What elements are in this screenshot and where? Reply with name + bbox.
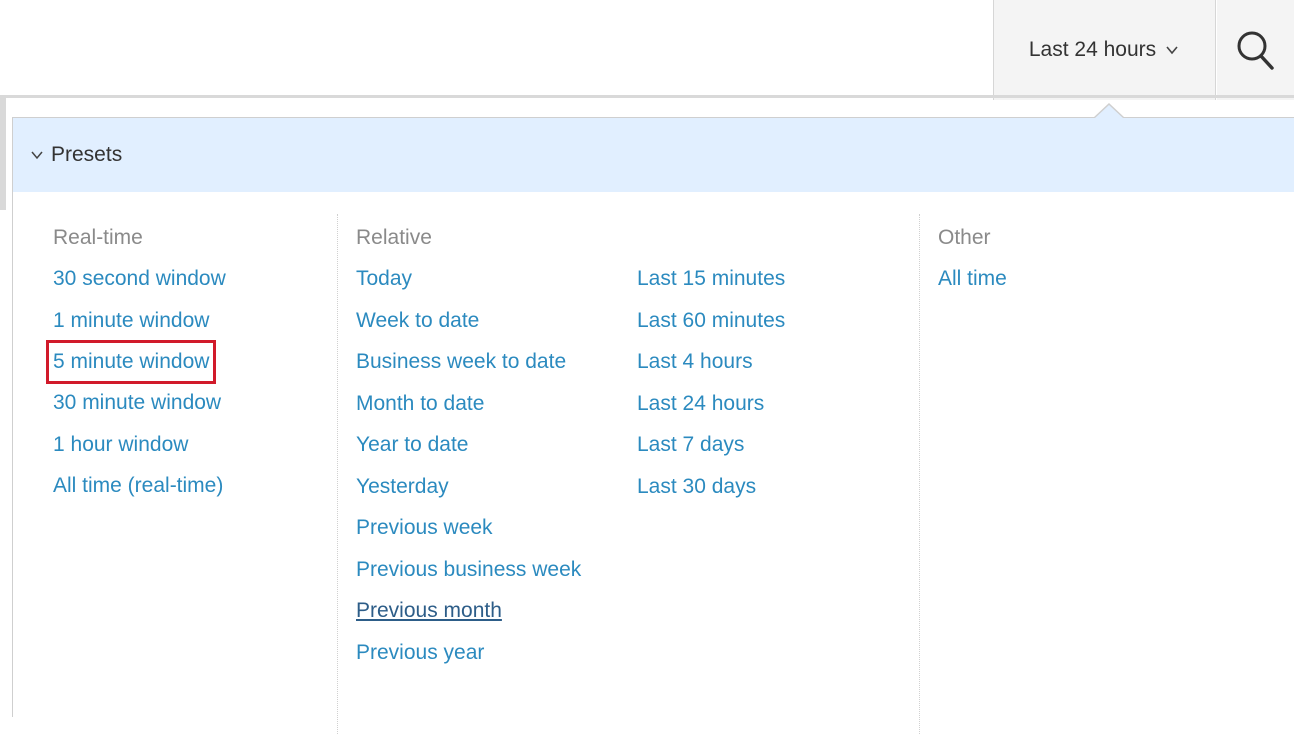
realtime-title: Real-time xyxy=(53,226,143,249)
preset-link-previous-month[interactable]: Previous month xyxy=(356,590,581,632)
preset-link-30-second-window[interactable]: 30 second window xyxy=(53,258,226,300)
presets-header-label: Presets xyxy=(51,143,123,166)
preset-link-previous-week[interactable]: Previous week xyxy=(356,507,581,549)
preset-link-month-to-date[interactable]: Month to date xyxy=(356,383,581,425)
preset-link-last-7-days[interactable]: Last 7 days xyxy=(637,424,785,466)
preset-link-year-to-date[interactable]: Year to date xyxy=(356,424,581,466)
preset-link-last-15-minutes[interactable]: Last 15 minutes xyxy=(637,258,785,300)
preset-link-last-24-hours[interactable]: Last 24 hours xyxy=(637,383,785,425)
other-title: Other xyxy=(938,226,991,249)
preset-link-yesterday[interactable]: Yesterday xyxy=(356,466,581,508)
time-range-popover: Presets Real-time 30 second window 1 min… xyxy=(12,117,1294,734)
realtime-list: 30 second window 1 minute window 5 minut… xyxy=(45,258,226,507)
preset-link-all-time[interactable]: All time xyxy=(938,258,1007,300)
time-range-picker-button[interactable]: Last 24 hours xyxy=(993,0,1216,100)
preset-link-last-60-minutes[interactable]: Last 60 minutes xyxy=(637,300,785,342)
chevron-down-icon xyxy=(31,151,43,160)
left-edge-divider xyxy=(0,98,6,210)
preset-link-5-minute-window[interactable]: 5 minute window xyxy=(45,340,217,384)
other-list: All time xyxy=(938,258,1007,300)
popover-pointer-fill xyxy=(1095,105,1123,118)
relative-column: Relative Today Week to date Business wee… xyxy=(337,214,919,734)
presets-section-toggle[interactable]: Presets xyxy=(13,118,1294,192)
preset-link-last-4-hours[interactable]: Last 4 hours xyxy=(637,341,785,383)
preset-link-1-minute-window[interactable]: 1 minute window xyxy=(53,300,226,342)
preset-link-business-week-to-date[interactable]: Business week to date xyxy=(356,341,581,383)
chevron-down-icon xyxy=(1166,46,1178,55)
presets-columns: Real-time 30 second window 1 minute wind… xyxy=(13,214,1294,734)
preset-link-30-minute-window[interactable]: 30 minute window xyxy=(53,382,226,424)
other-column: Other All time xyxy=(919,214,1219,734)
preset-link-all-time-real-time[interactable]: All time (real-time) xyxy=(53,465,226,507)
realtime-column: Real-time 30 second window 1 minute wind… xyxy=(45,214,333,734)
preset-link-previous-year[interactable]: Previous year xyxy=(356,632,581,674)
relative-list-a: Today Week to date Business week to date… xyxy=(356,258,581,673)
relative-list-b: Last 15 minutes Last 60 minutes Last 4 h… xyxy=(637,258,785,507)
preset-link-today[interactable]: Today xyxy=(356,258,581,300)
preset-link-previous-business-week[interactable]: Previous business week xyxy=(356,549,581,591)
preset-link-1-hour-window[interactable]: 1 hour window xyxy=(53,424,226,466)
relative-title: Relative xyxy=(356,226,432,249)
search-button[interactable] xyxy=(1217,0,1294,100)
toolbar-divider xyxy=(0,95,1294,98)
preset-link-week-to-date[interactable]: Week to date xyxy=(356,300,581,342)
search-icon xyxy=(1237,31,1274,70)
time-range-label: Last 24 hours xyxy=(1028,38,1157,61)
preset-link-last-30-days[interactable]: Last 30 days xyxy=(637,466,785,508)
